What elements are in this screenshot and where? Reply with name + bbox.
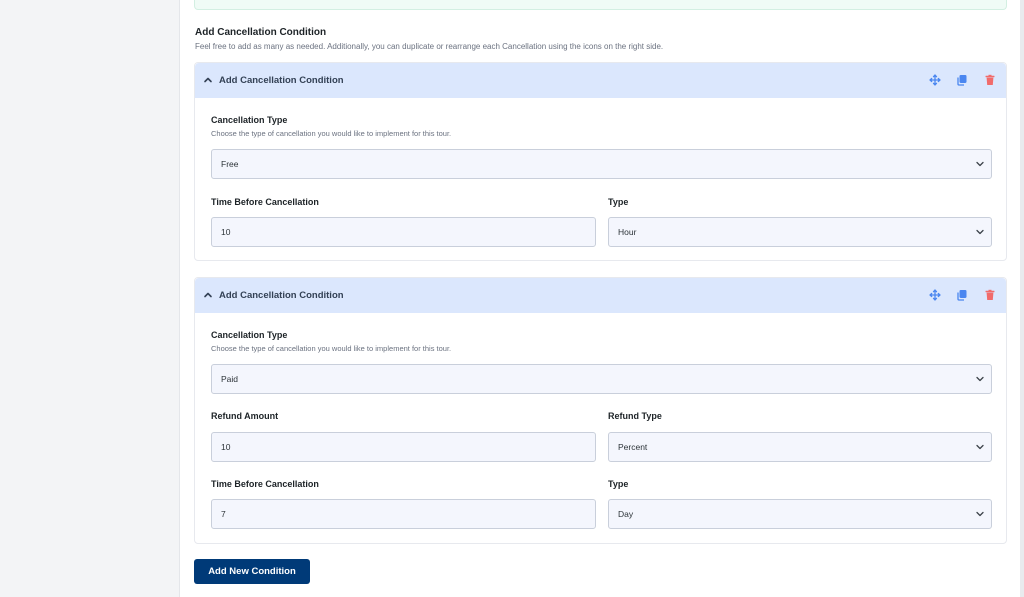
chevron-down-icon xyxy=(976,444,984,450)
chevron-down-icon xyxy=(976,229,984,235)
cancellation-type-label: Cancellation Type xyxy=(211,330,288,340)
cancellation-type-help: Choose the type of cancellation you woul… xyxy=(211,129,452,138)
time-before-cancellation-label: Time Before Cancellation xyxy=(211,479,319,489)
refund-type-select[interactable]: Percent xyxy=(608,432,992,462)
chevron-down-icon xyxy=(976,161,984,167)
cancellation-type-select[interactable]: Paid xyxy=(211,364,992,394)
chevron-down-icon xyxy=(976,511,984,517)
time-before-cancellation-label: Time Before Cancellation xyxy=(211,197,319,207)
move-arrows-icon[interactable] xyxy=(929,289,941,301)
type-select[interactable]: Day xyxy=(608,499,992,529)
refund-amount-input[interactable]: 10 xyxy=(211,432,596,462)
add-new-condition-button[interactable]: Add New Condition xyxy=(194,559,310,584)
condition-header-title: Add Cancellation Condition xyxy=(219,75,344,86)
time-before-cancellation-value: 10 xyxy=(221,227,231,237)
cancellation-type-help: Choose the type of cancellation you woul… xyxy=(211,344,452,353)
notice-banner xyxy=(194,0,1007,10)
section-description: Feel free to add as many as needed. Addi… xyxy=(195,42,664,51)
section-title: Add Cancellation Condition xyxy=(195,27,327,38)
copy-icon[interactable] xyxy=(956,289,968,301)
type-label: Type xyxy=(608,479,629,489)
condition-header[interactable]: Add Cancellation Condition xyxy=(195,63,1006,98)
cancellation-type-select[interactable]: Free xyxy=(211,149,992,179)
type-label: Type xyxy=(608,197,629,207)
time-before-cancellation-value: 7 xyxy=(221,509,226,519)
cancellation-type-value: Paid xyxy=(221,374,239,384)
copy-icon[interactable] xyxy=(956,74,968,86)
scrollbar-track[interactable] xyxy=(1020,0,1024,597)
type-value: Hour xyxy=(618,227,637,237)
type-select[interactable]: Hour xyxy=(608,217,992,247)
chevron-up-icon[interactable] xyxy=(203,290,213,300)
time-before-cancellation-input[interactable]: 10 xyxy=(211,217,596,247)
cancellation-type-value: Free xyxy=(221,159,239,169)
cancellation-type-label: Cancellation Type xyxy=(211,115,288,125)
cancellation-condition-1: Add Cancellation Condition Cancellation … xyxy=(194,62,1007,261)
condition-header[interactable]: Add Cancellation Condition xyxy=(195,278,1006,313)
condition-header-title: Add Cancellation Condition xyxy=(219,290,344,301)
cancellation-condition-2: Add Cancellation Condition Cancellation … xyxy=(194,277,1007,544)
refund-amount-value: 10 xyxy=(221,442,231,452)
trash-icon[interactable] xyxy=(984,289,996,301)
trash-icon[interactable] xyxy=(984,74,996,86)
chevron-up-icon[interactable] xyxy=(203,75,213,85)
admin-sidebar xyxy=(0,0,180,597)
type-value: Day xyxy=(618,509,634,519)
refund-type-label: Refund Type xyxy=(608,411,662,421)
refund-amount-label: Refund Amount xyxy=(211,411,279,421)
refund-type-value: Percent xyxy=(618,442,648,452)
time-before-cancellation-input[interactable]: 7 xyxy=(211,499,596,529)
chevron-down-icon xyxy=(976,376,984,382)
move-arrows-icon[interactable] xyxy=(929,74,941,86)
